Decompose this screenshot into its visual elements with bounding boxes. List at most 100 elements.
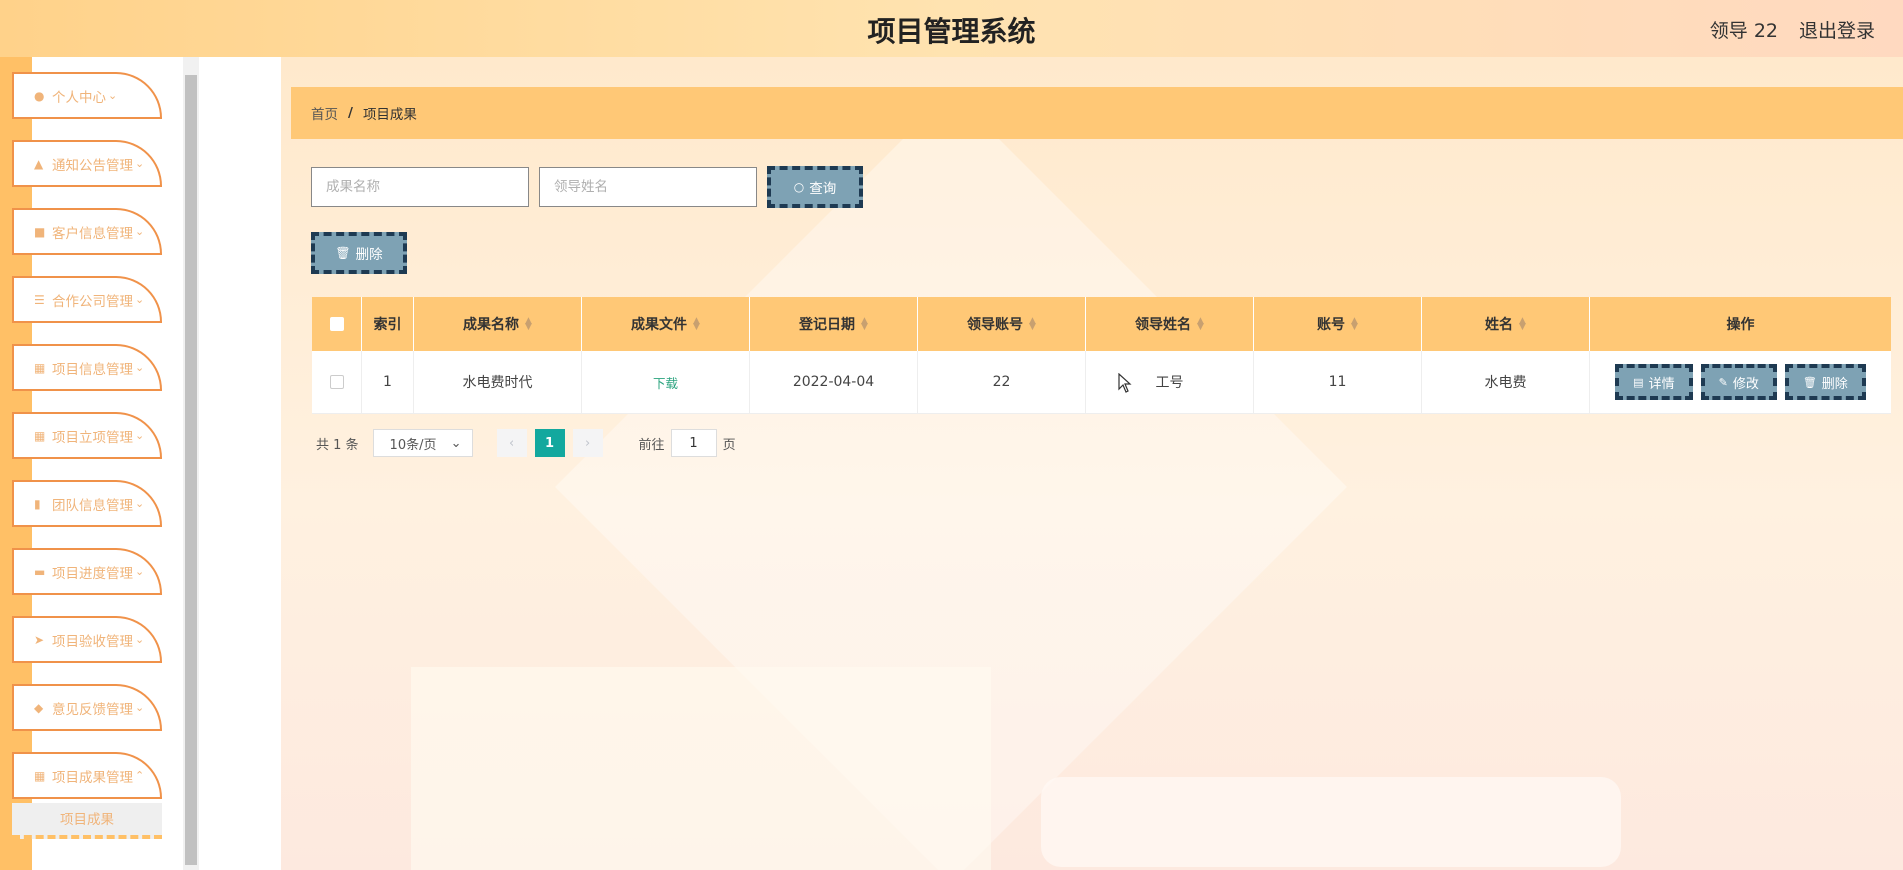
- row-select-cell: [312, 351, 362, 413]
- sort-icon: ▲ ▼: [1351, 316, 1358, 332]
- page-size-select[interactable]: 10条/页 ⌄: [372, 429, 473, 457]
- chevron-down-icon: ⌄: [135, 293, 145, 306]
- header-leader-name[interactable]: 领导姓名 ▲ ▼: [1086, 297, 1254, 351]
- cell-index: 1: [362, 351, 414, 413]
- sidebar-item-label: 项目信息管理: [52, 361, 133, 378]
- header-result-file[interactable]: 成果文件 ▲ ▼: [582, 297, 750, 351]
- cell-result-file: 下载: [582, 351, 750, 413]
- chevron-right-icon: ›: [584, 435, 591, 451]
- sidebar-item-label: 项目立项管理: [52, 429, 133, 446]
- results-table: 索引 成果名称 ▲ ▼ 成果文件 ▲ ▼ 登记日期 ▲ ▼ 领导账号 ▲ ▼ 领导姓名 ▲ ▼ 账号…: [312, 297, 1891, 414]
- sidebar-item-progress[interactable]: ▬ 项目进度管理 ⌄: [12, 548, 162, 595]
- trash-icon: 🗑: [335, 246, 351, 260]
- detail-button[interactable]: ▤ 详情: [1615, 364, 1693, 400]
- cell-leader-account: 22: [918, 351, 1086, 413]
- main-content: 首页 / 项目成果 ○ 查询 🗑 删除 索引 成果名称▲▼ 成果文件▲▼ 登记日…: [281, 57, 1903, 870]
- sort-icon: ▲ ▼: [693, 316, 700, 332]
- sidebar-item-label: 项目验收管理: [52, 633, 133, 650]
- cell-account: 11: [1254, 351, 1422, 413]
- edit-button[interactable]: ✎ 修改: [1700, 364, 1777, 400]
- sort-icon: ▲ ▼: [1197, 316, 1204, 332]
- header-name[interactable]: 姓名 ▲ ▼: [1422, 297, 1590, 351]
- grid-icon: ▦: [34, 428, 46, 443]
- chevron-down-icon: ⌄: [135, 157, 145, 170]
- delete-button[interactable]: 🗑 删除: [1784, 364, 1866, 400]
- document-icon: ▤: [1633, 375, 1644, 389]
- row-checkbox[interactable]: [329, 375, 344, 389]
- download-link[interactable]: 下载: [653, 373, 678, 392]
- header-select-cell: [312, 297, 362, 351]
- sidebar-item-feedback[interactable]: ◆ 意见反馈管理 ⌄: [12, 684, 162, 731]
- grid-icon: ▦: [34, 768, 46, 783]
- search-icon: ○: [793, 180, 805, 194]
- header-index: 索引: [362, 297, 414, 351]
- table-row: 1 水电费时代 下载 2022-04-04 22 工号 11 水电费 ▤ 详情 …: [312, 351, 1891, 414]
- page-number-button[interactable]: 1: [534, 429, 565, 457]
- sidebar-item-notice[interactable]: ▲ 通知公告管理 ⌄: [12, 140, 162, 187]
- layout-gap: [199, 57, 281, 870]
- breadcrumb-current: 项目成果: [362, 107, 417, 123]
- select-all-checkbox[interactable]: [329, 317, 344, 331]
- sort-icon: ▲ ▼: [525, 316, 532, 332]
- sidebar-item-results[interactable]: ▦ 项目成果管理 ⌃: [12, 752, 162, 799]
- sidebar-item-label: 个人中心: [52, 89, 106, 106]
- sidebar-item-label: 客户信息管理: [52, 225, 133, 242]
- sidebar-item-label: 项目进度管理: [52, 565, 133, 582]
- chevron-down-icon: ⌄: [135, 361, 145, 374]
- cell-leader-name: 工号: [1086, 351, 1254, 413]
- cell-name: 水电费: [1422, 351, 1590, 413]
- chevron-down-icon: ⌄: [450, 435, 462, 451]
- chevron-down-icon: ⌄: [135, 565, 145, 578]
- chart-icon: ▮: [34, 496, 41, 511]
- breadcrumb-home[interactable]: 首页: [311, 103, 338, 123]
- edit-icon: ✎: [1718, 375, 1728, 389]
- header-result-name[interactable]: 成果名称 ▲ ▼: [414, 297, 582, 351]
- header-register-date[interactable]: 登记日期 ▲ ▼: [750, 297, 918, 351]
- goto-page-input[interactable]: [670, 429, 717, 457]
- chevron-down-icon: ⌄: [108, 89, 118, 102]
- total-count: 共 1 条: [316, 437, 359, 453]
- goto-suffix: 页: [722, 437, 736, 453]
- chevron-down-icon: ⌄: [135, 429, 145, 442]
- prev-page-button[interactable]: ‹: [496, 429, 527, 457]
- cell-result-name: 水电费时代: [414, 351, 582, 413]
- sidebar-item-acceptance[interactable]: ➤ 项目验收管理 ⌄: [12, 616, 162, 663]
- grid-icon: ▦: [34, 360, 46, 375]
- breadcrumb: 首页 / 项目成果: [291, 87, 1903, 139]
- sort-icon: ▲ ▼: [861, 316, 868, 332]
- cell-actions: ▤ 详情 ✎ 修改 🗑 删除: [1590, 351, 1891, 413]
- logout-link[interactable]: 退出登录: [1799, 16, 1875, 43]
- sidebar-item-personal-center[interactable]: ● 个人中心 ⌄: [12, 72, 162, 119]
- search-button[interactable]: ○ 查询: [767, 166, 863, 208]
- sidebar-item-customer[interactable]: ■ 客户信息管理 ⌄: [12, 208, 162, 255]
- next-page-button[interactable]: ›: [572, 429, 603, 457]
- header-leader-account[interactable]: 领导账号 ▲ ▼: [918, 297, 1086, 351]
- chevron-down-icon: ⌄: [135, 633, 145, 646]
- sidebar-subitem-results[interactable]: 项目成果: [12, 803, 162, 839]
- sidebar-item-project-info[interactable]: ▦ 项目信息管理 ⌄: [12, 344, 162, 391]
- sort-icon: ▲ ▼: [1029, 316, 1036, 332]
- background-decoration: [1041, 777, 1621, 867]
- sliders-icon: ☰: [34, 292, 45, 307]
- mouse-cursor-icon: [1118, 373, 1132, 393]
- chevron-down-icon: ⌄: [135, 225, 145, 238]
- chevron-up-icon: ⌃: [135, 769, 145, 782]
- thumb-icon: ▲: [34, 156, 44, 171]
- result-name-input[interactable]: [311, 167, 529, 207]
- chevron-left-icon: ‹: [508, 435, 515, 451]
- sidebar-item-partner[interactable]: ☰ 合作公司管理 ⌄: [12, 276, 162, 323]
- app-title: 项目管理系统: [867, 15, 1036, 48]
- sidebar-item-label: 合作公司管理: [52, 293, 133, 310]
- header-account[interactable]: 账号 ▲ ▼: [1254, 297, 1422, 351]
- sidebar-item-label: 团队信息管理: [52, 497, 133, 514]
- tag-icon: ■: [34, 224, 46, 239]
- sidebar-item-project-setup[interactable]: ▦ 项目立项管理 ⌄: [12, 412, 162, 459]
- sidebar-item-team[interactable]: ▮ 团队信息管理 ⌄: [12, 480, 162, 527]
- leader-name-input[interactable]: [539, 167, 757, 207]
- sidebar-item-label: 意见反馈管理: [52, 701, 133, 718]
- send-icon: ➤: [34, 632, 45, 647]
- sidebar-scrollbar-thumb[interactable]: [185, 75, 197, 865]
- batch-delete-button[interactable]: 🗑 删除: [311, 232, 407, 274]
- cell-register-date: 2022-04-04: [750, 351, 918, 413]
- goto-label: 前往: [638, 437, 665, 453]
